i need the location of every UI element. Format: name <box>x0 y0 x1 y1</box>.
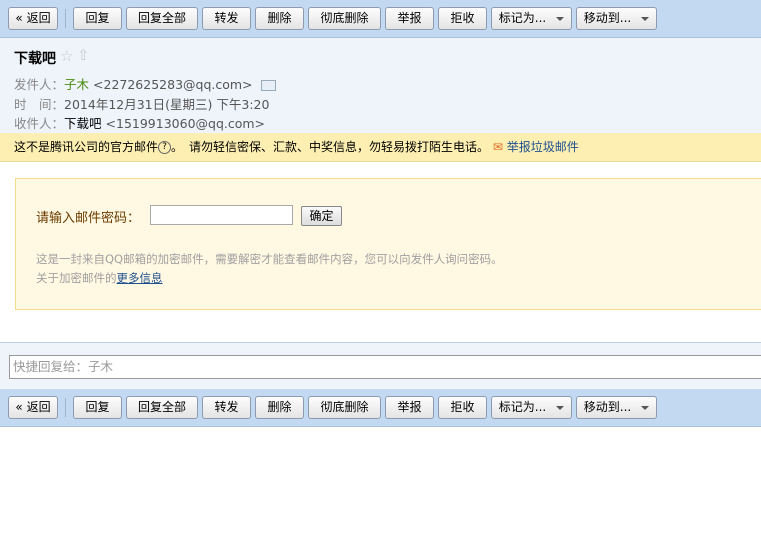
help-icon[interactable]: ? <box>158 141 172 154</box>
sender-name[interactable]: 子木 <box>64 77 89 92</box>
recipient-row: 收件人：下载吧 <1519913060@qq.com> <box>14 113 265 132</box>
star-icon[interactable]: ☆ <box>60 47 73 65</box>
sender-row: 发件人：子木 <2272625283@qq.com> <box>14 74 276 93</box>
forward-button[interactable]: 转发 <box>202 7 251 30</box>
time-row: 时 间：2014年12月31日(星期三) 下午3:20 <box>14 94 269 113</box>
back-button[interactable]: « 返回 <box>8 7 58 30</box>
reply-button[interactable]: 回复 <box>73 7 122 30</box>
mark-as-dropdown[interactable]: 标记为... <box>491 396 572 419</box>
time-label: 时 间： <box>14 97 65 112</box>
move-to-dropdown[interactable]: 移动到... <box>576 396 657 419</box>
reject-button[interactable]: 拒收 <box>438 7 487 30</box>
priority-up-icon[interactable]: ⇧ <box>77 46 90 64</box>
contact-card-icon[interactable] <box>260 80 276 91</box>
move-to-dropdown[interactable]: 移动到... <box>576 7 657 30</box>
back-button[interactable]: « 返回 <box>8 396 58 419</box>
reply-all-button[interactable]: 回复全部 <box>126 7 198 30</box>
move-to-label: 移动到... <box>583 400 632 414</box>
toolbar-divider <box>65 398 66 417</box>
delete-permanent-button[interactable]: 彻底删除 <box>308 7 381 30</box>
report-spam-icon: ✉ <box>492 140 503 154</box>
chevron-down-icon <box>641 405 650 410</box>
recipient-label: 收件人： <box>14 116 65 131</box>
recipient-name: 下载吧 <box>64 116 102 131</box>
quick-reply-area: 快捷回复给：子木 <box>0 342 761 389</box>
chevron-down-icon <box>556 16 565 21</box>
forward-button[interactable]: 转发 <box>202 396 251 419</box>
bottom-toolbar: « 返回 回复 回复全部 转发 删除 彻底删除 举报 拒收 标记为... 移动到… <box>0 389 761 427</box>
delete-permanent-button[interactable]: 彻底删除 <box>308 396 381 419</box>
encrypted-mail-panel: 请输入邮件密码： 确定 这是一封来自QQ邮箱的加密邮件，需要解密才能查看邮件内容… <box>15 178 761 310</box>
delete-button[interactable]: 删除 <box>255 396 304 419</box>
toolbar-divider <box>65 9 66 28</box>
security-warning-bar: 这不是腾讯公司的官方邮件?。 请勿轻信密保、汇款、中奖信息，勿轻易拨打陌生电话。… <box>0 133 761 162</box>
password-input[interactable] <box>150 205 293 225</box>
recipient-email: <1519913060@qq.com> <box>105 116 266 131</box>
mark-as-dropdown[interactable]: 标记为... <box>491 7 572 30</box>
warning-text: 这不是腾讯公司的官方邮件 <box>14 140 159 154</box>
encrypted-description: 这是一封来自QQ邮箱的加密邮件，需要解密才能查看邮件内容，您可以向发件人询问密码… <box>36 252 503 266</box>
reply-all-button[interactable]: 回复全部 <box>126 396 198 419</box>
report-button[interactable]: 举报 <box>385 7 434 30</box>
password-label: 请输入邮件密码： <box>36 211 141 226</box>
mark-as-label: 标记为... <box>498 400 547 414</box>
delete-button[interactable]: 删除 <box>255 7 304 30</box>
reply-button[interactable]: 回复 <box>73 396 122 419</box>
mail-header: 下载吧 ☆ ⇧ 发件人：子木 <2272625283@qq.com> 时 间：2… <box>0 38 761 133</box>
mail-subject: 下载吧 <box>14 51 56 67</box>
time-value: 2014年12月31日(星期三) 下午3:20 <box>64 97 270 112</box>
report-spam-link[interactable]: 举报垃圾邮件 <box>507 140 579 154</box>
sender-email: <2272625283@qq.com> <box>93 77 253 92</box>
more-info-prefix: 关于加密邮件的 <box>36 271 117 285</box>
confirm-button[interactable]: 确定 <box>301 206 342 226</box>
move-to-label: 移动到... <box>583 11 632 25</box>
top-toolbar: « 返回 回复 回复全部 转发 删除 彻底删除 举报 拒收 标记为... 移动到… <box>0 0 761 38</box>
more-info-line: 关于加密邮件的更多信息 <box>36 270 163 286</box>
chevron-down-icon <box>641 16 650 21</box>
sender-label: 发件人： <box>14 77 65 92</box>
mark-as-label: 标记为... <box>498 11 547 25</box>
warning-text-2: 。 请勿轻信密保、汇款、中奖信息，勿轻易拨打陌生电话。 <box>171 140 490 154</box>
quick-reply-input[interactable]: 快捷回复给：子木 <box>9 355 761 379</box>
chevron-down-icon <box>556 405 565 410</box>
reject-button[interactable]: 拒收 <box>438 396 487 419</box>
report-button[interactable]: 举报 <box>385 396 434 419</box>
more-info-link[interactable]: 更多信息 <box>117 271 163 285</box>
